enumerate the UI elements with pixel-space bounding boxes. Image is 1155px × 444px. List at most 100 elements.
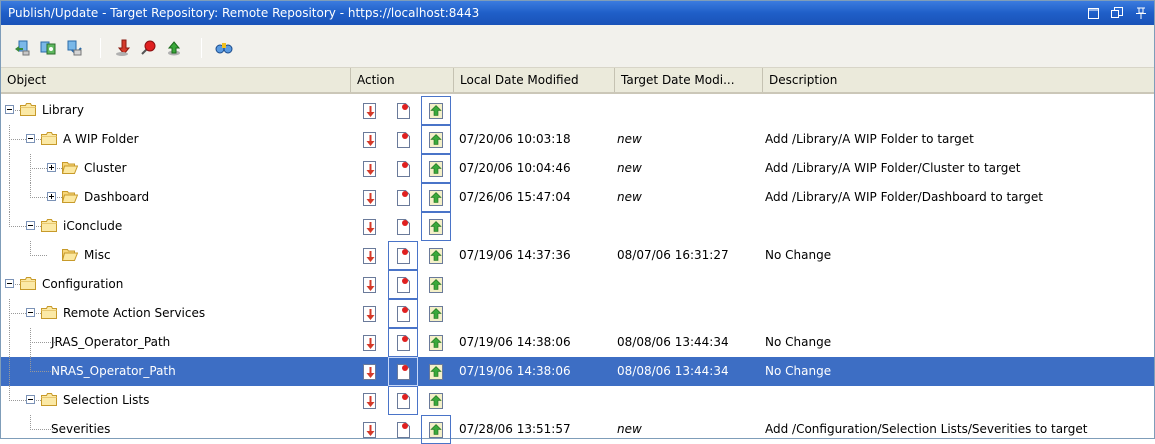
publish-action-icon[interactable] [427, 218, 445, 236]
update-action-icon[interactable] [361, 305, 379, 323]
update-action-icon[interactable] [361, 276, 379, 294]
update-action-icon[interactable] [361, 247, 379, 265]
local-date-cell: 07/19/06 14:38:06 [459, 364, 571, 378]
target-date-cell: new [617, 161, 642, 175]
object-label: Cluster [84, 161, 127, 175]
tree-cell: iConclude [1, 212, 351, 241]
collapse-icon[interactable] [26, 395, 35, 404]
publish-action-icon[interactable] [427, 392, 445, 410]
publish-action-icon[interactable] [427, 276, 445, 294]
table-row[interactable]: Severities 07/28/06 13:51:57 new Add /Confi… [1, 415, 1154, 444]
update-icon[interactable] [113, 39, 131, 57]
folder-icon [20, 103, 36, 116]
sync-all-icon[interactable] [39, 39, 57, 57]
update-action-icon[interactable] [361, 334, 379, 352]
table-row[interactable]: Cluster 07/20/06 10:04:46 new Add /Library/… [1, 154, 1154, 183]
update-action-icon[interactable] [361, 102, 379, 120]
pin-action-icon[interactable] [394, 131, 412, 149]
pin-action-icon[interactable] [394, 421, 412, 439]
tree-connector [30, 415, 31, 430]
publish-action-icon[interactable] [427, 363, 445, 381]
update-action-icon[interactable] [361, 363, 379, 381]
table-row[interactable]: Configuration [1, 270, 1154, 299]
restore-icon[interactable] [1110, 6, 1124, 20]
compare-icon[interactable] [215, 39, 233, 57]
description-cell: Add /Library/A WIP Folder to target [765, 132, 974, 146]
publish-icon[interactable] [165, 39, 183, 57]
publish-action-icon[interactable] [427, 160, 445, 178]
table-row[interactable]: A WIP Folder 07/20/06 10:03:18 new Add /Lib… [1, 125, 1154, 154]
sync-selected-icon[interactable] [65, 39, 83, 57]
column-header-local-date[interactable]: Local Date Modified [454, 68, 615, 92]
update-action-icon[interactable] [361, 131, 379, 149]
pin-action-icon[interactable] [394, 334, 412, 352]
publish-update-window: Publish/Update - Target Repository: Remo… [0, 0, 1155, 444]
object-label: A WIP Folder [63, 132, 139, 146]
pin-action-icon[interactable] [394, 160, 412, 178]
publish-action-icon[interactable] [427, 131, 445, 149]
column-header-object[interactable]: Object [1, 68, 351, 92]
tree-connector [9, 386, 10, 401]
pin-action-icon[interactable] [394, 305, 412, 323]
target-date-cell: new [617, 190, 642, 204]
toolbar [1, 25, 1154, 68]
publish-action-icon[interactable] [427, 421, 445, 439]
pin-icon[interactable] [1134, 6, 1148, 20]
publish-action-icon[interactable] [427, 189, 445, 207]
column-header-action[interactable]: Action [351, 68, 454, 92]
collapse-icon[interactable] [26, 221, 35, 230]
update-action-icon[interactable] [361, 218, 379, 236]
column-header-target-date[interactable]: Target Date Modi... [615, 68, 763, 92]
tree-cell: Library [1, 96, 351, 125]
tree-connector [30, 255, 47, 256]
publish-action-icon[interactable] [427, 305, 445, 323]
collapse-icon[interactable] [5, 279, 14, 288]
description-cell: Add /Library/A WIP Folder/Dashboard to t… [765, 190, 1043, 204]
pin-action-icon[interactable] [394, 247, 412, 265]
tree-cell: Severities [1, 415, 351, 444]
tree-cell: JRAS_Operator_Path [1, 328, 351, 357]
tree-connector [9, 400, 26, 401]
table-header: Object Action Local Date Modified Target… [1, 68, 1154, 94]
pin-red-icon[interactable] [139, 39, 157, 57]
table-row[interactable]: Misc 07/19/06 14:37:36 08/07/06 16:31:27 No… [1, 241, 1154, 270]
pin-action-icon[interactable] [394, 276, 412, 294]
table-row[interactable]: iConclude [1, 212, 1154, 241]
publish-action-icon[interactable] [427, 247, 445, 265]
folder-icon [20, 277, 36, 290]
table-row[interactable]: Selection Lists [1, 386, 1154, 415]
description-cell: Add /Configuration/Selection Lists/Sever… [765, 422, 1088, 436]
update-action-icon[interactable] [361, 421, 379, 439]
pin-action-icon[interactable] [394, 102, 412, 120]
sync-icon[interactable] [13, 39, 31, 57]
tree-cell: Selection Lists [1, 386, 351, 415]
update-action-icon[interactable] [361, 160, 379, 178]
table-row[interactable]: Library [1, 96, 1154, 125]
toolbar-separator [201, 38, 202, 58]
target-date-cell: 08/08/06 13:44:34 [617, 364, 729, 378]
pin-action-icon[interactable] [394, 392, 412, 410]
table-row[interactable]: Remote Action Services [1, 299, 1154, 328]
pin-action-icon[interactable] [394, 218, 412, 236]
collapse-icon[interactable] [5, 105, 14, 114]
table-row[interactable]: JRAS_Operator_Path 07/19/06 14:38:06 08/08… [1, 328, 1154, 357]
update-action-icon[interactable] [361, 189, 379, 207]
pin-action-icon[interactable] [394, 363, 412, 381]
tree-connector [9, 183, 10, 212]
column-header-description[interactable]: Description [763, 68, 1154, 92]
maximize-icon[interactable] [1086, 6, 1100, 20]
expand-icon[interactable] [47, 163, 56, 172]
folder-icon [41, 132, 57, 145]
tree-connector [9, 139, 26, 140]
folder-icon [41, 219, 57, 232]
object-label: Severities [51, 422, 111, 436]
publish-action-icon[interactable] [427, 334, 445, 352]
pin-action-icon[interactable] [394, 189, 412, 207]
expand-icon[interactable] [47, 192, 56, 201]
update-action-icon[interactable] [361, 392, 379, 410]
table-row[interactable]: Dashboard 07/26/06 15:47:04 new Add /Librar… [1, 183, 1154, 212]
table-row[interactable]: NRAS_Operator_Path 07/19/06 14:38:06 08/08… [1, 357, 1154, 386]
collapse-icon[interactable] [26, 134, 35, 143]
publish-action-icon[interactable] [427, 102, 445, 120]
collapse-icon[interactable] [26, 308, 35, 317]
